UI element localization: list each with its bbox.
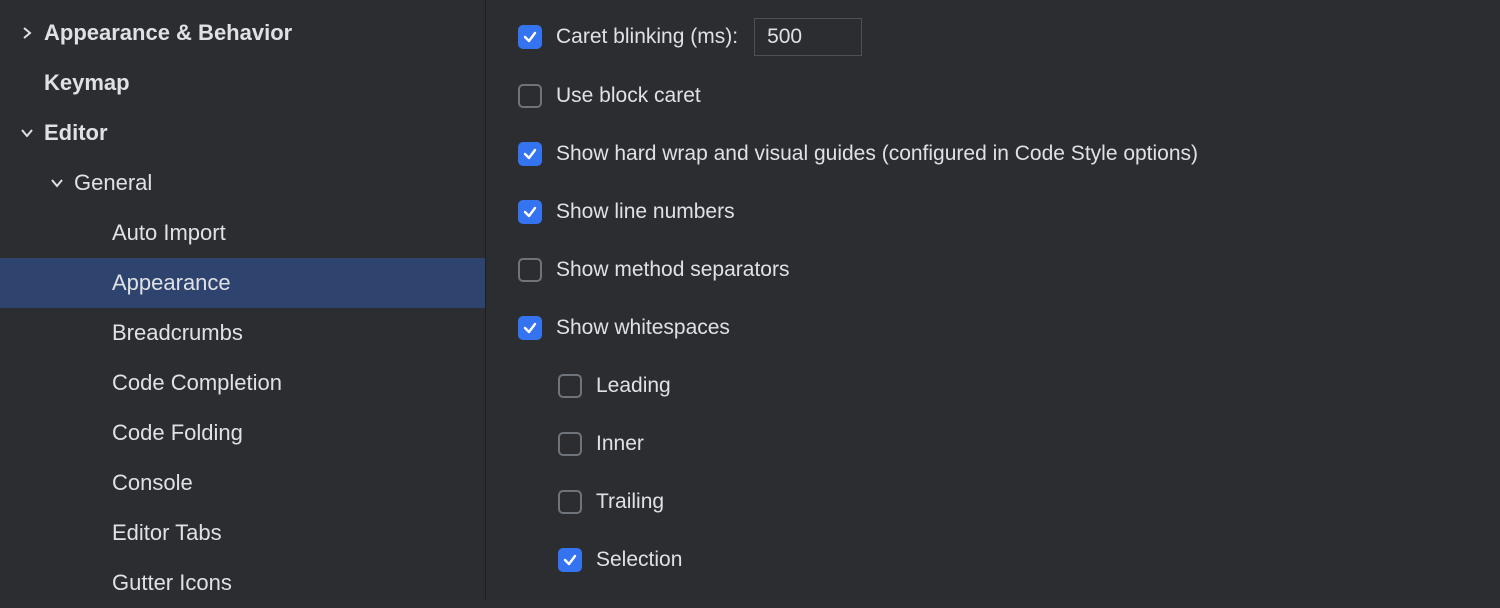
sidebar-item-label: Appearance (112, 269, 231, 298)
sidebar-item-breadcrumbs[interactable]: Breadcrumbs (0, 308, 485, 358)
checkbox-ws-leading[interactable] (558, 374, 582, 398)
checkbox-ws-trailing[interactable] (558, 490, 582, 514)
option-show-whitespaces: Show whitespaces (518, 310, 1470, 346)
option-use-block-caret: Use block caret (518, 78, 1470, 114)
sidebar-item-label: Console (112, 469, 193, 498)
sidebar-item-label: Keymap (44, 69, 130, 98)
checkbox-show-whitespaces[interactable] (518, 316, 542, 340)
sidebar-item-label: Breadcrumbs (112, 319, 243, 348)
sidebar-item-keymap[interactable]: Keymap (0, 58, 485, 108)
option-caret-blinking: Caret blinking (ms): (518, 18, 1470, 56)
option-label: Show whitespaces (556, 314, 730, 341)
option-label: Caret blinking (ms): (556, 18, 862, 56)
arrow-spacer (20, 76, 34, 90)
chevron-down-icon (50, 176, 64, 190)
option-label-text: Caret blinking (ms): (556, 23, 738, 50)
option-hard-wrap-guides: Show hard wrap and visual guides (config… (518, 136, 1470, 172)
sidebar-item-gutter-icons[interactable]: Gutter Icons (0, 558, 485, 608)
sidebar-item-code-completion[interactable]: Code Completion (0, 358, 485, 408)
sidebar-item-label: General (74, 169, 152, 198)
option-label: Show hard wrap and visual guides (config… (556, 140, 1198, 167)
chevron-right-icon (20, 26, 34, 40)
checkbox-caret-blinking[interactable] (518, 25, 542, 49)
checkbox-show-line-numbers[interactable] (518, 200, 542, 224)
option-ws-trailing: Trailing (518, 484, 1470, 520)
sidebar-item-label: Code Folding (112, 419, 243, 448)
option-label: Show line numbers (556, 198, 735, 225)
sidebar-item-label: Code Completion (112, 369, 282, 398)
sidebar-item-appearance[interactable]: Appearance (0, 258, 485, 308)
checkbox-ws-inner[interactable] (558, 432, 582, 456)
option-label: Selection (596, 546, 682, 573)
option-label: Use block caret (556, 82, 701, 109)
sidebar-item-label: Gutter Icons (112, 569, 232, 598)
settings-sidebar: Appearance & Behavior Keymap Editor Gene… (0, 0, 485, 600)
option-label: Show method separators (556, 256, 789, 283)
sidebar-item-code-folding[interactable]: Code Folding (0, 408, 485, 458)
option-show-method-separators: Show method separators (518, 252, 1470, 288)
sidebar-item-general[interactable]: General (0, 158, 485, 208)
option-label: Leading (596, 372, 671, 399)
checkbox-show-method-separators[interactable] (518, 258, 542, 282)
option-show-line-numbers: Show line numbers (518, 194, 1470, 230)
checkbox-ws-selection[interactable] (558, 548, 582, 572)
checkbox-use-block-caret[interactable] (518, 84, 542, 108)
sidebar-item-appearance-behavior[interactable]: Appearance & Behavior (0, 8, 485, 58)
caret-blinking-input[interactable] (754, 18, 862, 56)
chevron-down-icon (20, 126, 34, 140)
checkbox-hard-wrap-guides[interactable] (518, 142, 542, 166)
sidebar-item-auto-import[interactable]: Auto Import (0, 208, 485, 258)
option-ws-selection: Selection (518, 542, 1470, 578)
option-label: Inner (596, 430, 644, 457)
settings-content: Caret blinking (ms): Use block caret Sho… (486, 0, 1500, 600)
sidebar-item-editor-tabs[interactable]: Editor Tabs (0, 508, 485, 558)
sidebar-item-label: Auto Import (112, 219, 226, 248)
sidebar-item-label: Appearance & Behavior (44, 19, 292, 48)
option-ws-inner: Inner (518, 426, 1470, 462)
sidebar-item-editor[interactable]: Editor (0, 108, 485, 158)
sidebar-item-label: Editor (44, 119, 108, 148)
sidebar-item-console[interactable]: Console (0, 458, 485, 508)
sidebar-item-label: Editor Tabs (112, 519, 222, 548)
option-label: Trailing (596, 488, 664, 515)
option-ws-leading: Leading (518, 368, 1470, 404)
